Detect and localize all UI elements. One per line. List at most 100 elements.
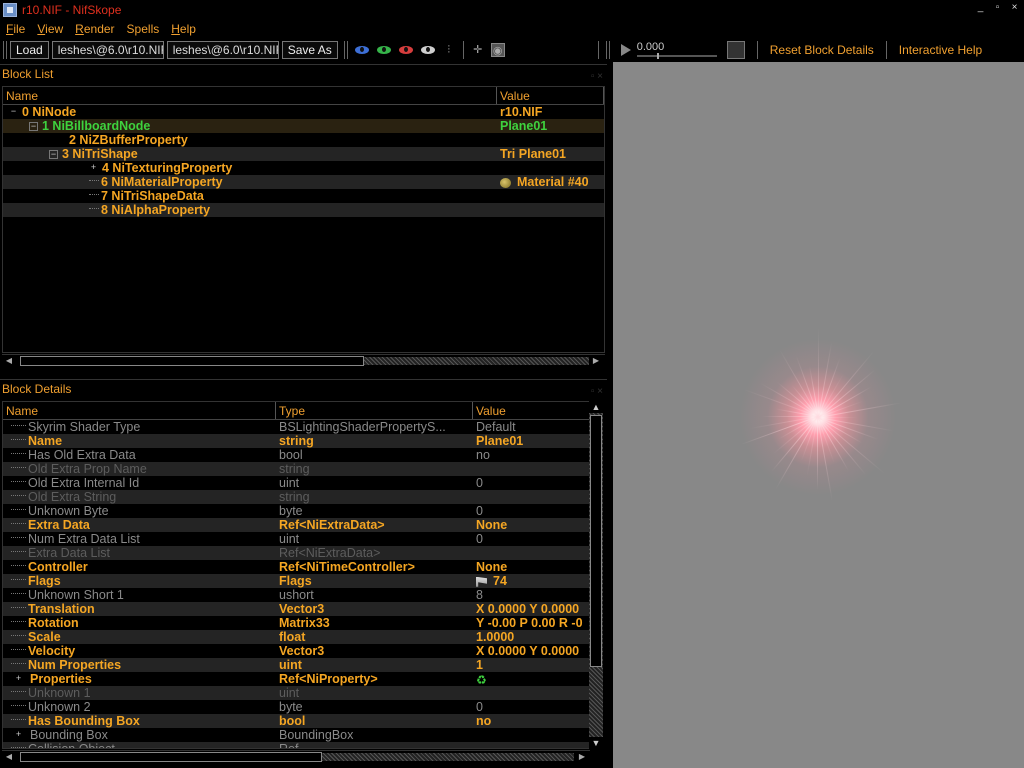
scroll-left-icon[interactable]: ◀ — [3, 356, 15, 366]
recycle-icon[interactable]: ♻ — [476, 673, 487, 686]
save-path-field[interactable]: leshes\@6.0\r10.NIF — [166, 41, 279, 59]
dock-controls-icon-2[interactable]: ▫ × — [591, 383, 603, 401]
detail-row[interactable]: Skyrim Shader Type BSLightingShaderProper… — [3, 420, 589, 434]
eye-blue-icon[interactable] — [354, 46, 369, 54]
detail-row[interactable]: Extra Data Ref<NiExtraData> None — [3, 518, 589, 532]
eye-red-icon[interactable] — [398, 46, 413, 54]
detail-row[interactable]: Controller Ref<NiTimeController> None — [3, 560, 589, 574]
field-value[interactable]: None — [476, 518, 507, 532]
scroll-right-icon[interactable]: ▶ — [590, 356, 602, 366]
column-header-type[interactable]: Type — [276, 402, 473, 419]
toolbar-grip[interactable] — [3, 41, 7, 59]
play-icon[interactable] — [620, 44, 631, 56]
expand-toggle-icon[interactable]: + — [11, 730, 26, 740]
block-list-row[interactable]: 8 NiAlphaProperty — [3, 203, 604, 217]
block-details-hscroll[interactable]: ◀ ▶ — [2, 750, 590, 762]
scroll-thumb[interactable] — [20, 752, 322, 762]
detail-row[interactable]: Num Extra Data List uint 0 — [3, 532, 589, 546]
column-header-name[interactable]: Name — [3, 87, 497, 104]
field-value[interactable]: 0 — [476, 700, 483, 714]
save-as-button[interactable]: Save As — [281, 41, 338, 59]
menu-file[interactable]: File — [6, 22, 25, 36]
block-details-tree[interactable]: Name Type Value Skyrim Shader Type BSLigh… — [2, 401, 590, 749]
detail-row[interactable]: Scale float 1.0000 — [3, 630, 589, 644]
block-list-row[interactable]: −1 NiBillboardNode Plane01 — [3, 119, 604, 133]
field-value[interactable]: X 0.0000 Y 0.0000 — [476, 602, 579, 616]
field-value[interactable]: no — [476, 448, 490, 462]
field-value[interactable]: Y -0.00 P 0.00 R -0 — [476, 616, 583, 630]
field-value[interactable]: 1 — [476, 658, 483, 672]
scroll-track[interactable] — [322, 753, 574, 761]
detail-row[interactable]: Unknown Short 1 ushort 8 — [3, 588, 589, 602]
interactive-help-button[interactable]: Interactive Help — [891, 43, 990, 57]
field-value[interactable]: 0 — [476, 504, 483, 518]
block-details-vscroll[interactable]: ▲ ▼ — [589, 401, 603, 749]
minimize-button[interactable]: _ — [973, 1, 988, 15]
expand-toggle-icon[interactable]: − — [9, 107, 18, 117]
anim-toolbar-grip[interactable] — [605, 41, 610, 59]
block-list-row[interactable]: 7 NiTriShapeData — [3, 189, 604, 203]
eye-white-icon[interactable] — [420, 46, 435, 54]
field-value[interactable]: 8 — [476, 588, 483, 602]
block-list-row[interactable]: −0 NiNode r10.NIF — [3, 105, 604, 119]
load-path-field[interactable]: leshes\@6.0\r10.NIF — [51, 41, 164, 59]
detail-row[interactable]: Name string Plane01 — [3, 434, 589, 448]
detail-row[interactable]: Old Extra String string — [3, 490, 589, 504]
detail-row[interactable]: Has Old Extra Data bool no — [3, 448, 589, 462]
time-slider-handle[interactable] — [656, 53, 659, 59]
close-button[interactable]: × — [1007, 1, 1022, 15]
field-value[interactable]: 1.0000 — [476, 630, 514, 644]
toolbar-grip-2[interactable] — [343, 41, 348, 59]
detail-row[interactable]: + Properties Ref<NiProperty> ♻ — [3, 672, 589, 686]
detail-row[interactable]: Velocity Vector3 X 0.0000 Y 0.0000 — [3, 644, 589, 658]
scroll-up-icon[interactable]: ▲ — [589, 401, 603, 413]
field-value[interactable]: Plane01 — [476, 434, 523, 448]
detail-row[interactable]: Rotation Matrix33 Y -0.00 P 0.00 R -0 — [3, 616, 589, 630]
detail-row[interactable]: Unknown Byte byte 0 — [3, 504, 589, 518]
dock-controls-icon[interactable]: ▫ × — [591, 68, 603, 86]
column-header-name[interactable]: Name — [3, 402, 276, 419]
detail-row[interactable]: Num Properties uint 1 — [3, 658, 589, 672]
detail-row[interactable]: Unknown 1 uint — [3, 686, 589, 700]
detail-row[interactable]: Extra Data List Ref<NiExtraData> — [3, 546, 589, 560]
block-list-row[interactable]: 6 NiMaterialProperty Material #40 — [3, 175, 604, 189]
flag-icon[interactable] — [476, 576, 487, 587]
field-value[interactable]: 74 — [493, 574, 507, 588]
expand-toggle-icon[interactable]: + — [11, 674, 26, 684]
column-header-value[interactable]: Value — [473, 402, 589, 419]
field-value[interactable]: 0 — [476, 476, 483, 490]
field-value[interactable]: X 0.0000 Y 0.0000 — [476, 644, 579, 658]
move-tool-icon[interactable]: ✛ — [471, 43, 485, 57]
walk-mode-icon[interactable]: ⫶ — [442, 43, 456, 57]
detail-row[interactable]: Unknown 2 byte 0 — [3, 700, 589, 714]
nifskope-app-icon[interactable] — [3, 2, 17, 17]
expand-toggle-icon[interactable]: − — [49, 150, 58, 160]
render-viewport[interactable] — [613, 62, 1024, 768]
reset-block-details-button[interactable]: Reset Block Details — [762, 43, 882, 57]
menu-spells[interactable]: Spells — [127, 22, 160, 36]
menu-render[interactable]: Render — [75, 22, 114, 36]
block-list-hscroll[interactable]: ◀ ▶ — [2, 354, 605, 366]
scroll-left-icon[interactable]: ◀ — [3, 752, 15, 762]
load-button[interactable]: Load — [10, 41, 49, 59]
field-value[interactable]: 0 — [476, 532, 483, 546]
block-list-row[interactable]: 2 NiZBufferProperty — [3, 133, 604, 147]
detail-row[interactable]: Translation Vector3 X 0.0000 Y 0.0000 — [3, 602, 589, 616]
expand-toggle-icon[interactable]: + — [89, 163, 98, 173]
detail-row[interactable]: Collision Object Ref... — [3, 742, 589, 748]
column-header-value[interactable]: Value — [497, 87, 604, 104]
block-list-row[interactable]: +4 NiTexturingProperty — [3, 161, 604, 175]
view-eye-icon[interactable]: ◉ — [490, 43, 505, 57]
vscroll-thumb[interactable] — [590, 415, 602, 667]
detail-row[interactable]: + Bounding Box BoundingBox — [3, 728, 589, 742]
maximize-button[interactable]: ▫ — [990, 1, 1005, 15]
detail-row[interactable]: Flags Flags 74 — [3, 574, 589, 588]
anim-settings-icon[interactable] — [726, 41, 745, 59]
expand-toggle-icon[interactable]: − — [29, 122, 38, 132]
field-value[interactable]: None — [476, 560, 507, 574]
menu-view[interactable]: View — [37, 22, 63, 36]
scroll-right-icon[interactable]: ▶ — [576, 752, 588, 762]
menu-help[interactable]: Help — [171, 22, 196, 36]
block-list-tree[interactable]: Name Value −0 NiNode r10.NIF −1 NiBillboar… — [2, 86, 605, 353]
eye-green-icon[interactable] — [376, 46, 391, 54]
